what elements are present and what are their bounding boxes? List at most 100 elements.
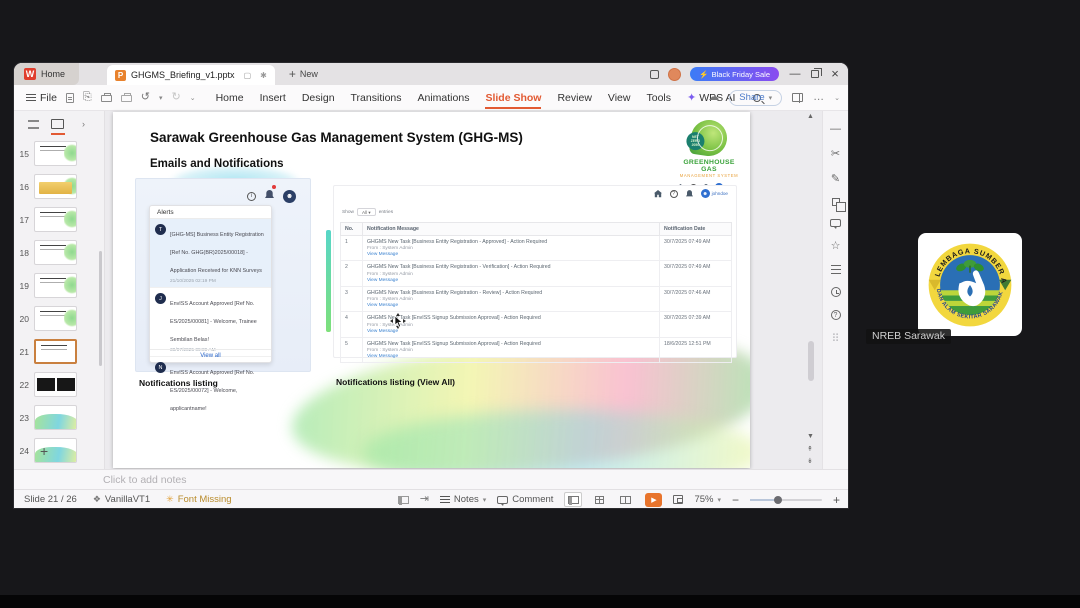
slide-thumb-21-selected[interactable]: 21 xyxy=(14,337,105,366)
menu-transitions[interactable]: Transitions xyxy=(351,92,402,104)
tab-document[interactable]: P GHGMS_Briefing_v1.pptx ▢ ✱ xyxy=(107,65,275,85)
slide-canvas[interactable]: Sarawak Greenhouse Gas Management System… xyxy=(113,112,750,468)
undo-icon[interactable]: ↺ xyxy=(141,92,150,103)
slide-thumb-15[interactable]: 15 xyxy=(14,139,105,168)
menu-animations[interactable]: Animations xyxy=(418,92,470,104)
zoom-slider-handle[interactable] xyxy=(773,495,782,504)
comment-icon xyxy=(497,495,509,506)
zoom-out-button[interactable]: − xyxy=(732,493,739,507)
font-missing-warning[interactable]: ✳ Font Missing xyxy=(166,494,231,505)
undo-dropdown-icon[interactable]: ▾ xyxy=(159,94,163,102)
slideshow-play-button[interactable]: ▶ xyxy=(645,492,663,507)
thumbnail[interactable] xyxy=(34,306,77,331)
add-slide-button[interactable]: + xyxy=(40,443,48,459)
panel-expand-icon[interactable]: › xyxy=(82,119,85,129)
close-button[interactable]: × xyxy=(828,67,842,81)
layers-icon[interactable] xyxy=(831,198,846,212)
next-slide-icon[interactable]: ↡ xyxy=(807,457,813,465)
outline-view-icon[interactable] xyxy=(28,119,39,129)
status-bar: Slide 21 / 26 ❖ VanillaVT1 ✳ Font Missin… xyxy=(14,489,848,508)
export-icon[interactable]: ⎘ xyxy=(83,92,92,103)
decor-stripe xyxy=(326,230,331,332)
canvas-scrollbar[interactable]: ▲ ▼ ↟ ↡ xyxy=(805,111,817,469)
menu-review[interactable]: Review xyxy=(557,92,591,104)
slide-counter: Slide 21 / 26 xyxy=(24,494,77,505)
window-mode-icon[interactable] xyxy=(650,69,660,79)
collapse-ribbon-icon[interactable]: ⌄ xyxy=(834,94,840,102)
comment-pane-icon[interactable] xyxy=(830,219,841,229)
account-avatar[interactable] xyxy=(668,67,682,81)
scrollbar-thumb[interactable] xyxy=(808,341,814,381)
thumbnail[interactable] xyxy=(34,174,77,199)
tab-home[interactable]: W Home xyxy=(14,63,80,85)
alert-avatar: T xyxy=(155,224,166,235)
tab-pin-icon[interactable]: ▢ xyxy=(244,71,252,80)
edit-tools-icon[interactable]: ✂ xyxy=(831,148,840,160)
profile-avatar-icon: ☻ xyxy=(283,189,296,203)
cloud-sync-icon[interactable]: ☁ xyxy=(708,92,719,103)
thumbnail[interactable] xyxy=(34,273,77,298)
reading-view-button[interactable] xyxy=(616,492,634,507)
thumbnail[interactable] xyxy=(34,405,77,430)
slide-thumb-16[interactable]: 16 xyxy=(14,172,105,201)
previous-slide-icon[interactable]: ↟ xyxy=(807,445,813,453)
thumbnail[interactable] xyxy=(34,207,77,232)
slide-thumb-20[interactable]: 20 xyxy=(14,304,105,333)
scroll-up-icon[interactable]: ▲ xyxy=(807,113,814,120)
thumbnail[interactable] xyxy=(34,141,77,166)
slide-thumb-19[interactable]: 19 xyxy=(14,271,105,300)
save-icon[interactable] xyxy=(65,92,74,103)
menu-design[interactable]: Design xyxy=(302,92,335,104)
slide-thumb-22[interactable]: 22 xyxy=(14,370,105,399)
zoom-slider[interactable] xyxy=(749,495,822,504)
theme-indicator[interactable]: ❖ VanillaVT1 xyxy=(93,494,150,505)
help-icon[interactable]: ? xyxy=(830,310,841,320)
view-message-link: View Message xyxy=(367,252,399,258)
zoom-in-button[interactable]: + xyxy=(833,493,840,507)
print-icon[interactable] xyxy=(100,93,112,102)
slide-thumb-17[interactable]: 17 xyxy=(14,205,105,234)
menu-slide-show[interactable]: Slide Show xyxy=(485,92,542,109)
slide-thumb-18[interactable]: 18 xyxy=(14,238,105,267)
notes-bar[interactable]: Click to add notes xyxy=(14,469,848,489)
redo-icon[interactable]: ↻ xyxy=(171,92,180,103)
participant-video-tile[interactable]: LEMBAGA SUMBER ASLI DAN ALAM SEKITAR SAR… xyxy=(918,233,1022,336)
menu-view[interactable]: View xyxy=(608,92,631,104)
slide-thumb-24[interactable]: 24 xyxy=(14,436,105,465)
apps-grid-icon[interactable]: ⠿ xyxy=(831,333,839,345)
thumbnail[interactable] xyxy=(34,339,77,364)
share-button[interactable]: Share ▾ xyxy=(729,89,783,106)
menu-tools[interactable]: Tools xyxy=(646,92,671,104)
slide-thumb-23[interactable]: 23 xyxy=(14,403,105,432)
restore-button[interactable] xyxy=(811,68,822,78)
menu-home[interactable]: Home xyxy=(216,92,244,104)
more-options-icon[interactable]: … xyxy=(813,92,824,103)
annotate-icon[interactable]: ✎ xyxy=(831,173,840,185)
new-tab-button[interactable]: + New xyxy=(289,67,318,81)
settings-icon[interactable] xyxy=(830,265,841,274)
normal-view-button[interactable] xyxy=(564,492,583,507)
history-icon[interactable] xyxy=(830,287,841,297)
fullscreen-icon[interactable] xyxy=(673,495,684,504)
panel-scrollbar[interactable] xyxy=(99,251,102,366)
favorites-icon[interactable]: ☆ xyxy=(831,240,841,252)
zoom-level[interactable]: 75% ▾ xyxy=(694,494,721,505)
thumbnail[interactable] xyxy=(34,240,77,265)
minimize-button[interactable]: — xyxy=(788,67,802,81)
slide-view-icon[interactable] xyxy=(51,119,65,135)
menu-insert[interactable]: Insert xyxy=(260,92,286,104)
file-menu[interactable]: File xyxy=(26,92,57,104)
slide-number: 22 xyxy=(19,379,29,390)
comment-button[interactable]: Comment xyxy=(497,494,553,506)
thumbnail[interactable] xyxy=(34,372,77,397)
notes-toggle[interactable]: Notes ▾ xyxy=(439,494,486,505)
quickbar-more-icon[interactable]: ⌄ xyxy=(190,94,196,102)
scroll-down-icon[interactable]: ▼ xyxy=(807,433,814,440)
collapse-pane-icon[interactable]: — xyxy=(830,123,841,135)
exit-mode-icon[interactable]: ⇥ xyxy=(420,494,429,505)
desktop-mode-icon[interactable] xyxy=(397,495,409,505)
slide-sorter-button[interactable] xyxy=(590,492,608,507)
task-pane-icon[interactable] xyxy=(792,93,804,103)
promo-button[interactable]: ⚡ Black Friday Sale xyxy=(690,67,779,81)
print-preview-icon[interactable] xyxy=(120,93,132,102)
